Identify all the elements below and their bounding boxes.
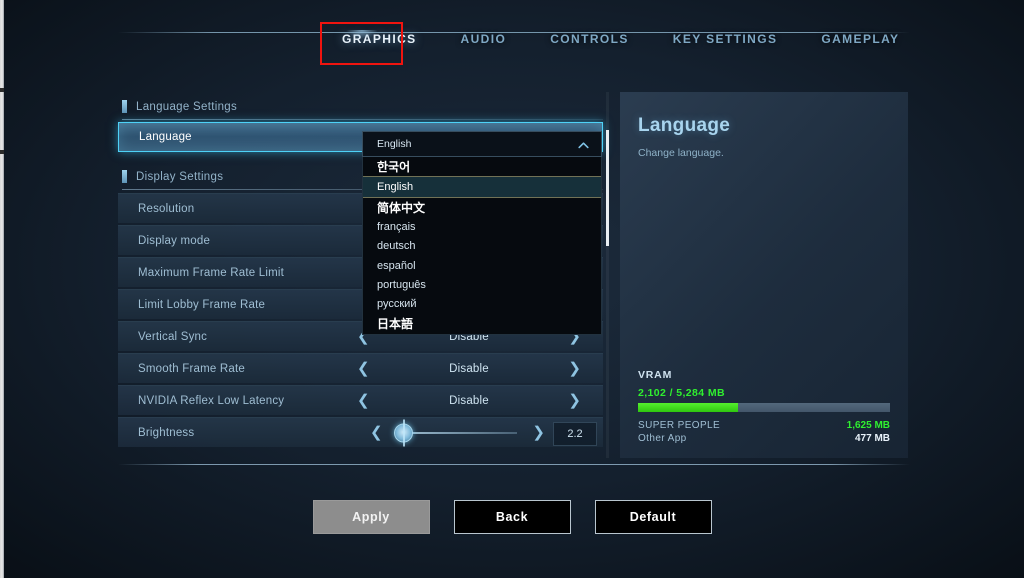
detail-description: Change language. [638,147,724,159]
game-settings-screen: GRAPHICS AUDIO CONTROLS KEY SETTINGS GAMEPLA… [0,0,1024,578]
language-dropdown-options: 한국어 English 简体中文 français deutsch español port… [362,157,602,335]
setting-control: ❮ Disable ❯ [343,354,595,384]
tab-controls[interactable]: CONTROLS [528,22,651,56]
back-button[interactable]: Back [453,500,571,534]
tabbar-underline [118,32,910,33]
tab-list: GRAPHICS AUDIO CONTROLS KEY SETTINGS GAMEPLA… [320,22,921,56]
setting-value: Disable [449,394,489,407]
section-label: Display Settings [136,171,224,183]
next-value-arrow-icon[interactable]: ❯ [568,361,581,376]
language-option[interactable]: español [363,256,601,275]
setting-label: Vertical Sync [138,330,208,343]
vram-amount: 2,102 / 5,284 MB [638,387,725,399]
prev-value-arrow-icon[interactable]: ❮ [357,361,370,376]
setting-row-smooth-frame-rate[interactable]: Smooth Frame Rate ❮ Disable ❯ [118,353,603,383]
vram-title: VRAM [638,369,673,381]
tab-gameplay[interactable]: GAMEPLAY [799,22,921,56]
vram-widget: VRAM 2,102 / 5,284 MB SUPER PEOPLE 1,625 … [638,369,890,444]
language-option[interactable]: deutsch [363,237,601,256]
setting-label: Smooth Frame Rate [138,362,245,375]
vram-entry: Other App 477 MB [638,433,890,444]
language-dropdown-header[interactable]: English [362,131,602,157]
setting-value: Disable [449,362,489,375]
vram-entry-value: 477 MB [854,433,890,444]
action-button-bar: Apply Back Default [0,500,1024,534]
vram-entry-name: SUPER PEOPLE [638,420,721,431]
prev-value-arrow-icon[interactable]: ❮ [357,393,370,408]
settings-scrollbar[interactable] [606,92,609,458]
chevron-up-icon [578,142,589,149]
brightness-slider[interactable]: ❮ ❯ [370,418,545,448]
vram-entry-name: Other App [638,433,687,444]
tab-graphics[interactable]: GRAPHICS [320,22,439,56]
next-value-arrow-icon[interactable]: ❯ [532,425,545,440]
default-button[interactable]: Default [594,500,712,534]
setting-control: ❮ Disable ❯ [343,386,595,416]
language-option[interactable]: français [363,217,601,236]
section-marker-icon [122,100,127,113]
setting-label: Limit Lobby Frame Rate [138,298,266,311]
language-option[interactable]: português [363,275,601,294]
next-value-arrow-icon[interactable]: ❯ [568,393,581,408]
vram-entry-list: SUPER PEOPLE 1,625 MB Other App 477 MB [638,420,890,444]
vram-progress-bar [638,403,890,412]
language-option[interactable]: 한국어 [363,157,601,176]
apply-button[interactable]: Apply [312,500,430,534]
bottom-divider [118,464,910,465]
section-header-language-settings: Language Settings [118,92,603,122]
language-option[interactable]: 简体中文 [363,198,601,217]
section-label: Language Settings [136,101,238,113]
brightness-value: 2.2 [553,422,597,446]
tab-audio[interactable]: AUDIO [439,22,529,56]
setting-label: Display mode [138,234,211,247]
setting-label: Language [139,131,192,143]
setting-row-brightness[interactable]: Brightness ❮ ❯ 2.2 [118,417,603,447]
background-window-sliver [0,0,4,578]
section-rule [122,119,603,120]
slider-handle[interactable] [394,419,413,446]
vram-entry: SUPER PEOPLE 1,625 MB [638,420,890,431]
setting-label: Resolution [138,202,195,215]
setting-label: Brightness [138,426,195,439]
settings-tabbar: GRAPHICS AUDIO CONTROLS KEY SETTINGS GAMEPLA… [0,22,1024,56]
vram-entry-value: 1,625 MB [846,420,890,431]
tab-key-settings[interactable]: KEY SETTINGS [651,22,800,56]
language-dropdown[interactable]: English 한국어 English 简体中文 français deutsch esp… [362,131,602,335]
detail-panel: Language Change language. VRAM 2,102 / 5… [620,92,908,458]
active-tab-indicator [346,30,378,39]
section-marker-icon [122,170,127,183]
detail-title: Language [638,115,731,136]
prev-value-arrow-icon[interactable]: ❮ [370,425,383,440]
scrollbar-thumb[interactable] [606,130,609,246]
setting-label: NVIDIA Reflex Low Latency [138,394,285,407]
slider-track[interactable] [402,431,517,434]
language-option[interactable]: русский [363,295,601,314]
language-option[interactable]: 日本語 [363,314,601,333]
setting-label: Maximum Frame Rate Limit [138,266,285,279]
language-dropdown-current-value: English [377,138,412,150]
vram-progress-fill [638,403,739,412]
setting-row-nvidia-reflex-low-latency[interactable]: NVIDIA Reflex Low Latency ❮ Disable ❯ [118,385,603,415]
language-option[interactable]: English [363,176,601,198]
